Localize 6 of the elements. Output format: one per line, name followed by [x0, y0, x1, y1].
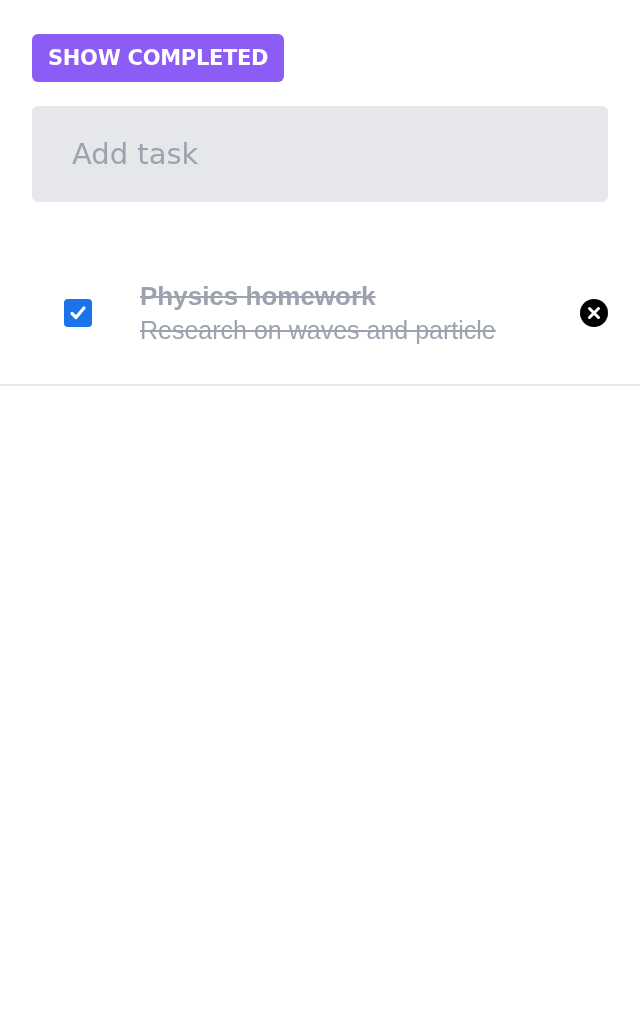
- add-task-field[interactable]: Add task: [32, 106, 608, 202]
- show-completed-button[interactable]: SHOW COMPLETED: [32, 34, 285, 82]
- delete-icon[interactable]: [580, 299, 608, 327]
- task-checkbox[interactable]: [64, 299, 92, 327]
- task-description: Research on waves and particle: [140, 316, 496, 345]
- task-title: Physics homework: [140, 281, 376, 312]
